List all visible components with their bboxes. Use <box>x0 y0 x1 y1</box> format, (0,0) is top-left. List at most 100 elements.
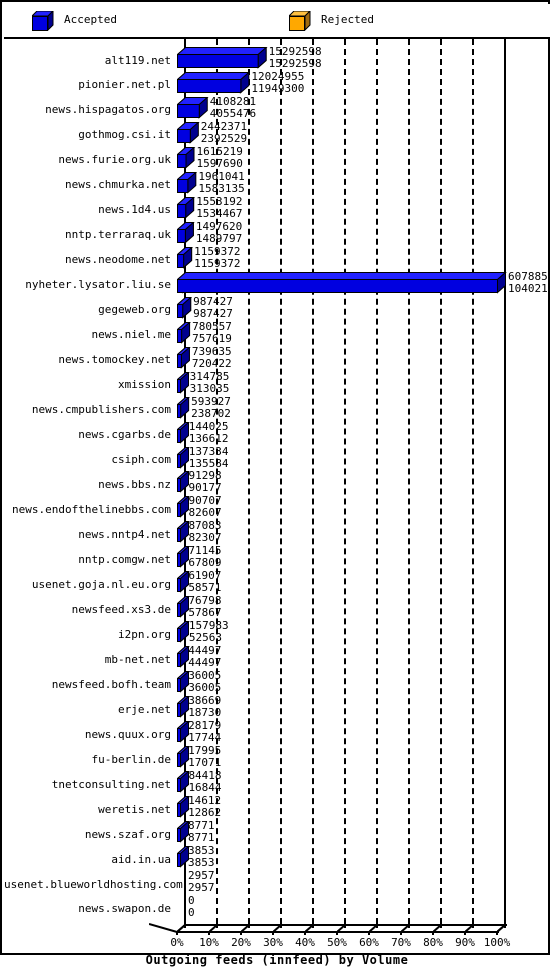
category-label: weretis.net <box>98 802 171 816</box>
bar-accepted <box>177 396 190 419</box>
x-tick-connector <box>241 924 250 933</box>
category-label: news.bbs.nz <box>98 477 171 491</box>
value-label-rejected: 757619 <box>192 331 232 345</box>
category-label: news.tomockey.net <box>58 353 171 367</box>
category-label: news.nntp4.net <box>78 527 171 541</box>
category-label: erje.net <box>118 702 171 716</box>
category-label: tnetconsulting.net <box>51 777 171 791</box>
gridline <box>248 39 250 924</box>
bar-accepted <box>177 346 191 369</box>
x-tick-connector <box>401 924 410 933</box>
value-label-rejected: 238702 <box>191 406 231 420</box>
bar-accepted <box>177 271 507 294</box>
bar-accepted <box>177 221 195 244</box>
value-label-rejected: 82607 <box>188 506 222 520</box>
bar-accepted <box>177 321 191 344</box>
bar-accepted <box>177 71 251 94</box>
value-label-rejected: 18730 <box>188 706 222 720</box>
value-label-accepted: 739635 <box>191 344 232 358</box>
value-label-accepted: 314785 <box>189 369 230 383</box>
x-tick-connector <box>177 924 186 933</box>
value-label-accepted: 780557 <box>192 319 232 333</box>
x-tick-connector <box>273 924 282 933</box>
value-label-accepted: 144025 <box>188 419 229 433</box>
value-label-rejected: 136612 <box>188 431 229 445</box>
bar-accepted <box>177 371 190 394</box>
bar-accepted <box>177 196 196 219</box>
x-tick-connector <box>433 924 442 933</box>
value-label-rejected: 82307 <box>188 531 222 545</box>
gridline <box>280 39 282 924</box>
category-label: news.quux.org <box>84 727 171 741</box>
category-label: news.hispagatos.org <box>45 103 171 117</box>
chart-frame: Accepted Rejected alt119.net pionier.net.… <box>0 0 550 967</box>
category-label: news.cgarbs.de <box>78 428 171 442</box>
value-label-rejected: 11949300 <box>251 81 305 95</box>
value-label-rejected: 987427 <box>193 306 233 320</box>
value-label-rejected: 52563 <box>188 631 222 645</box>
x-tick-connector <box>497 924 506 933</box>
value-label-rejected: 36005 <box>188 681 222 695</box>
category-label: gothmog.csi.it <box>78 128 171 142</box>
category-label: news.1d4.us <box>98 203 171 217</box>
category-label: gegeweb.org <box>98 303 171 317</box>
value-label-accepted: 137334 <box>188 444 229 458</box>
chart-legend: Accepted Rejected <box>4 4 550 39</box>
value-label-accepted: 1497620 <box>195 219 243 233</box>
gridline <box>408 39 410 924</box>
gridline <box>472 39 474 924</box>
category-label: newsfeed.bofh.team <box>51 677 171 691</box>
category-label: newsfeed.xs3.de <box>71 602 171 616</box>
value-label-rejected: 1583135 <box>198 181 245 195</box>
rejected-swatch-icon <box>289 11 311 31</box>
value-label-accepted: 593927 <box>191 394 231 408</box>
category-label: pionier.net.pl <box>78 78 171 92</box>
x-axis-title: Outgoing feeds (innfeed) by Volume <box>145 952 409 967</box>
category-label: news.szaf.org <box>84 827 171 841</box>
x-tick-connector <box>305 924 314 933</box>
bar-accepted <box>177 121 200 144</box>
value-label-rejected: 57867 <box>188 606 222 620</box>
value-label-rejected: 1040217 <box>508 281 550 295</box>
category-label: news.neodome.net <box>65 253 171 267</box>
chart-plot-area: alt119.net pionier.net.pl news.hispagatos.… <box>4 39 550 967</box>
category-label: news.niel.me <box>91 328 171 342</box>
value-label-rejected: 15292598 <box>268 57 322 70</box>
bar-accepted <box>177 96 209 119</box>
category-label: news.chmurka.net <box>65 178 171 192</box>
category-label: news.cmpublishers.com <box>31 403 171 417</box>
legend-label-rejected: Rejected <box>321 13 374 26</box>
value-label-rejected: 1534467 <box>196 206 243 220</box>
value-label-rejected: 4055476 <box>209 106 257 120</box>
category-label: news.swapon.de <box>78 902 171 916</box>
category-label: mb-net.net <box>104 652 171 666</box>
value-label-accepted: 987427 <box>193 294 233 308</box>
axis-bound-line <box>504 39 506 924</box>
value-label-rejected: 1597690 <box>196 156 243 170</box>
value-label-rejected: 3853 <box>188 856 215 870</box>
category-label: usenet.blueworldhosting.com <box>4 877 183 891</box>
x-tick-connector <box>465 924 474 933</box>
bar-accepted <box>177 296 193 319</box>
value-label-rejected: 16844 <box>188 781 222 795</box>
value-label-rejected: 8771 <box>188 831 215 845</box>
value-label-rejected: 313035 <box>189 381 230 395</box>
category-label: aid.in.ua <box>111 852 171 866</box>
gridline <box>344 39 346 924</box>
category-label: news.furie.org.uk <box>58 153 171 167</box>
value-label-rejected: 12862 <box>188 806 222 820</box>
value-label-rejected: 17071 <box>188 756 222 770</box>
category-label: csiph.com <box>111 453 171 467</box>
category-label: nyheter.lysator.liu.se <box>25 278 171 292</box>
gridline <box>440 39 442 924</box>
x-tick-connector <box>209 924 218 933</box>
value-label-rejected: 67809 <box>188 556 222 570</box>
category-label: xmission <box>118 378 171 392</box>
category-label: fu-berlin.de <box>91 752 171 766</box>
gridline <box>312 39 314 924</box>
value-label-rejected: 720422 <box>191 356 232 370</box>
value-label-rejected: 1489797 <box>195 231 243 245</box>
x-tick-connector <box>369 924 378 933</box>
category-label: alt119.net <box>104 53 171 67</box>
value-label-accepted: 1553192 <box>196 194 243 208</box>
